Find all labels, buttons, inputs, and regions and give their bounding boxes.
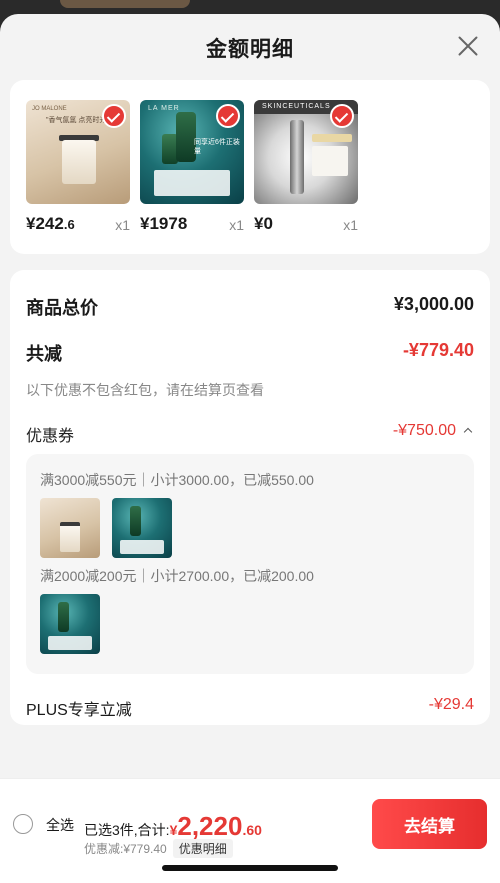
selected-check-icon[interactable] — [330, 104, 354, 128]
product-item[interactable]: LA MER 同享近6件正装量 ¥1978 x1 — [140, 100, 250, 239]
sheet-header: 金额明细 — [0, 14, 500, 80]
goods-total-label: 商品总价 — [26, 298, 98, 318]
coupon-product-thumb — [40, 594, 100, 654]
reduce-note: 以下优惠不包含红包，请在结算页查看 — [26, 382, 264, 398]
discount-summary: 优惠减:¥779.40 优惠明细 — [84, 839, 233, 858]
product-slogan-text: "香气氤氲 点亮时光" — [46, 117, 109, 124]
background-product-edge — [60, 0, 190, 8]
selected-products-card: JO MALONE "香气氤氲 点亮时光" ¥242.6 x1 LA MER 同… — [10, 80, 490, 254]
product-quantity: x1 — [343, 217, 358, 233]
coupon-product-thumb — [112, 498, 172, 558]
product-image-candle: JO MALONE "香气氤氲 点亮时光" — [26, 100, 130, 204]
coupon-breakdown: 满3000减550元｜小计3000.00，已减550.00 满2000减200元… — [26, 454, 474, 674]
total-amount: ¥2,220.60 — [169, 811, 262, 841]
checkout-button[interactable]: 去结算 — [372, 799, 487, 849]
amount-detail-sheet: 金额明细 JO MALONE "香气氤氲 点亮时光" ¥242.6 x1 LA … — [0, 14, 500, 883]
plus-discount-row: PLUS专享立减 -¥29.4 — [26, 696, 474, 720]
home-indicator — [162, 865, 338, 871]
promo-tag — [312, 134, 352, 142]
discount-detail-button[interactable]: 优惠明细 — [172, 839, 233, 858]
plus-discount-label: PLUS专享立减 — [26, 702, 132, 719]
product-price: ¥0 — [254, 214, 273, 233]
selected-check-icon[interactable] — [102, 104, 126, 128]
serum-tube — [290, 120, 304, 194]
product-brand-text: SKINCEUTICALS — [262, 103, 331, 110]
coupon-product-thumb — [40, 498, 100, 558]
price-detail-card: 商品总价 ¥3,000.00 共减 -¥779.40 以下优惠不包含红包，请在结… — [10, 270, 490, 725]
checkout-bar: 全选 已选3件,合计:¥2,220.60 优惠减:¥779.40 优惠明细 去结算 — [0, 778, 500, 883]
coupon-label: 优惠券 — [26, 428, 75, 445]
goods-total-value: ¥3,000.00 — [393, 294, 474, 314]
product-slogan-text: 同享近6件正装量 — [194, 139, 240, 155]
product-quantity: x1 — [229, 217, 244, 233]
total-reduce-label: 共减 — [26, 344, 62, 364]
coupon-value: -¥750.00 — [392, 422, 456, 439]
product-item[interactable]: JO MALONE "香气氤氲 点亮时光" ¥242.6 x1 — [26, 100, 136, 239]
goods-total-row: 商品总价 ¥3,000.00 — [26, 294, 474, 320]
coupon-rule: 满3000减550元｜小计3000.00，已减550.00 — [40, 472, 314, 488]
product-price: ¥1978 — [140, 214, 188, 233]
product-image-lamer: LA MER 同享近6件正装量 — [140, 100, 244, 204]
selected-check-icon[interactable] — [216, 104, 240, 128]
select-all-radio[interactable] — [13, 814, 33, 834]
product-price: ¥242.6 — [26, 214, 75, 233]
select-all-label[interactable]: 全选 — [46, 815, 74, 835]
product-brand-text: LA MER — [148, 105, 180, 112]
total-reduce-row: 共减 -¥779.40 — [26, 340, 474, 366]
chevron-up-icon[interactable] — [462, 424, 474, 436]
coupon-row[interactable]: 优惠券 -¥750.00 — [26, 422, 474, 446]
product-quantity: x1 — [115, 217, 130, 233]
plus-discount-value: -¥29.4 — [428, 696, 474, 713]
product-item[interactable]: SKINCEUTICALS ¥0 x1 — [254, 100, 364, 239]
total-reduce-value: -¥779.40 — [402, 340, 474, 360]
discount-amount: 优惠减:¥779.40 — [84, 842, 167, 856]
close-icon[interactable] — [456, 34, 480, 58]
product-box — [312, 146, 348, 176]
product-gift-strip — [154, 170, 230, 196]
candle-jar — [62, 140, 96, 184]
total-summary: 已选3件,合计:¥2,220.60 — [84, 811, 262, 842]
bottle-large — [176, 112, 196, 162]
sheet-title: 金额明细 — [206, 38, 294, 61]
selected-count: 已选3件,合计: — [84, 822, 170, 838]
product-image-skinceuticals: SKINCEUTICALS — [254, 100, 358, 204]
coupon-rule: 满2000减200元｜小计2700.00，已减200.00 — [40, 568, 314, 584]
product-brand-text: JO MALONE — [32, 106, 67, 112]
